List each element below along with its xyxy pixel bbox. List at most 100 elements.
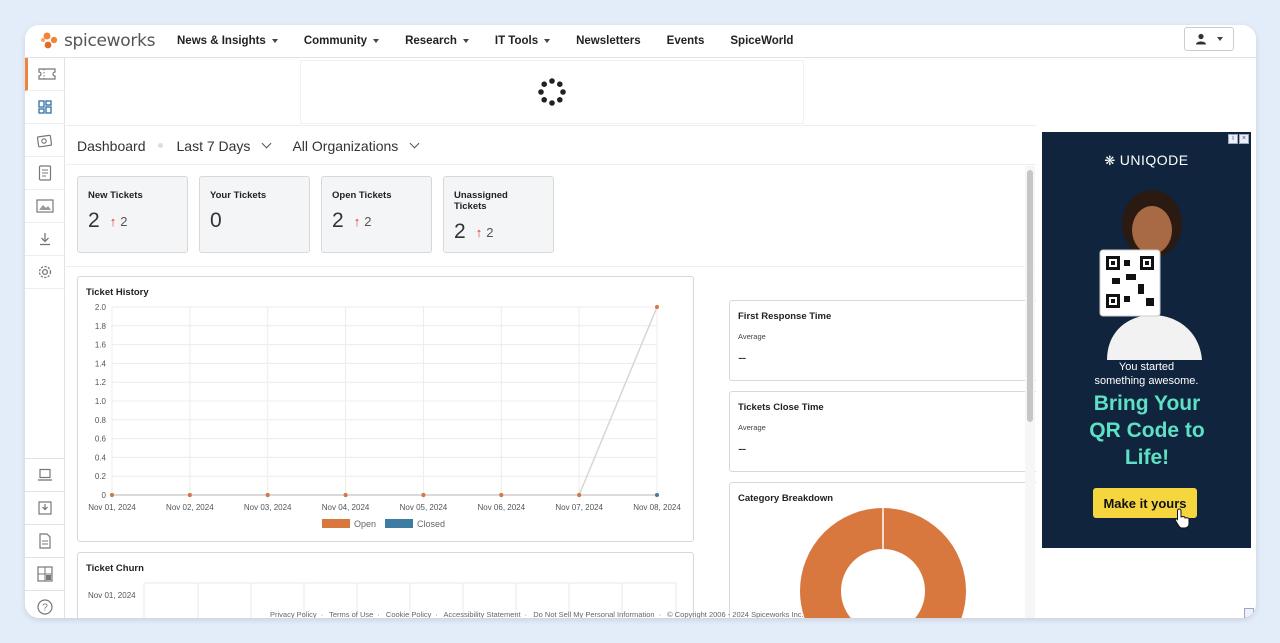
footer-copyright: © Copyright 2006 - 2024 Spiceworks Inc. — [667, 610, 804, 618]
nav-label: IT Tools — [494, 35, 539, 47]
x-tick-label: Nov 02, 2024 — [166, 503, 214, 512]
arrow-up-icon: ↑ — [109, 213, 117, 229]
ad-brand-logo-icon: ❋ — [1104, 153, 1116, 168]
widgets-icon — [37, 566, 53, 582]
reports-icon — [38, 165, 52, 181]
sidebar-bottom-group: ? — [25, 458, 65, 618]
nav-label: News & Insights — [177, 35, 266, 47]
sidebar-item-widgets[interactable] — [25, 557, 65, 590]
settings-icon — [38, 265, 52, 279]
y-tick-label: 1.0 — [95, 397, 107, 406]
nav-research[interactable]: Research — [405, 35, 469, 47]
dashboard-header: Dashboard Last 7 Days All Organizations — [66, 127, 1036, 165]
y-tick-label: 1.8 — [95, 322, 107, 331]
sidebar-item-reports[interactable] — [25, 157, 65, 190]
ad-headline-line: Bring Your — [1093, 392, 1201, 415]
y-tick-label: 0.8 — [95, 416, 107, 425]
nav-it-tools[interactable]: IT Tools — [494, 35, 551, 47]
ad-tagline-line: something awesome. — [1094, 375, 1199, 387]
document-icon — [39, 533, 51, 549]
advertisement[interactable]: i × ❋ UNIQODE You started something aweso… — [1042, 132, 1251, 548]
footer-link-privacy[interactable]: Privacy Policy — [270, 610, 317, 618]
stat-card-unassigned-tickets[interactable]: Unassigned Tickets 2 ↑ 2 — [443, 176, 554, 253]
legend-label-open: Open — [354, 519, 376, 529]
sidebar-item-downloads[interactable] — [25, 223, 65, 256]
panel-title: Tickets Close Time — [738, 402, 824, 413]
caret-down-icon — [462, 39, 469, 43]
page-footer: Privacy Policy · Terms of Use · Cookie Pol… — [270, 610, 808, 618]
data-point-closed — [655, 493, 659, 497]
footer-separator: · — [320, 610, 324, 618]
ad-tagline-line: You started — [1118, 361, 1175, 373]
content-scrollbar[interactable] — [1025, 166, 1035, 618]
legend-swatch-closed — [385, 519, 413, 528]
sidebar-item-devices[interactable] — [25, 458, 65, 491]
sidebar-item-images[interactable] — [25, 190, 65, 223]
footer-link-cookies[interactable]: Cookie Policy — [386, 610, 431, 618]
panel-value: -- — [738, 349, 746, 365]
period-select-value: Last 7 Days — [176, 137, 251, 154]
stat-card-new-tickets[interactable]: New Tickets 2 ↑ 2 — [77, 176, 188, 253]
laptop-icon — [38, 468, 52, 481]
panel-subtitle: Average — [738, 423, 766, 432]
sidebar-item-tickets[interactable] — [25, 58, 65, 91]
separator-dot — [157, 143, 163, 148]
period-select[interactable]: Last 7 Days — [176, 137, 272, 154]
sidebar-item-inventory[interactable] — [25, 124, 65, 157]
churn-row-label: Nov 01, 2024 — [88, 591, 136, 600]
spiceworks-logo[interactable]: spiceworks — [39, 30, 177, 52]
panel-subtitle: Average — [738, 332, 766, 341]
sidebar-item-dashboard[interactable] — [25, 91, 65, 124]
nav-community[interactable]: Community — [303, 35, 380, 47]
ad-choices-icon[interactable] — [1244, 608, 1254, 618]
organization-select-value: All Organizations — [292, 137, 399, 154]
sidebar-item-help[interactable]: ? — [25, 590, 65, 618]
ad-info-icon[interactable]: i — [1228, 134, 1238, 144]
nav-label: Community — [303, 35, 368, 47]
top-navigation: spiceworks News & Insights Community Res… — [25, 25, 1256, 58]
stat-card-your-tickets[interactable]: Your Tickets 0 — [199, 176, 310, 253]
user-menu-button[interactable] — [1184, 27, 1234, 51]
footer-separator: · — [377, 610, 380, 618]
ad-brand: ❋ UNIQODE — [1042, 152, 1251, 169]
ad-headline-line: Life! — [1124, 446, 1170, 469]
scrollbar-thumb[interactable] — [1027, 170, 1033, 422]
organization-select[interactable]: All Organizations — [292, 137, 420, 154]
ad-close-icon[interactable]: × — [1239, 134, 1249, 144]
footer-link-terms[interactable]: Terms of Use — [329, 610, 373, 618]
user-icon — [1196, 33, 1206, 45]
page-title: Dashboard — [77, 137, 146, 154]
ticket-history-chart: 0 0.2 0.4 0.6 0.8 1.0 1.2 1.4 1.6 1.8 2.0 Nov 01, 2… — [88, 303, 681, 529]
arrow-up-icon: ↑ — [475, 224, 483, 240]
nav-label: Newsletters — [576, 35, 641, 47]
dashboard-icon — [38, 100, 52, 114]
nav-spiceworld[interactable]: SpiceWorld — [730, 35, 793, 47]
stat-cards: New Tickets 2 ↑ 2 Your Tickets 0 Open Tic… — [77, 176, 554, 253]
nav-news-insights[interactable]: News & Insights — [177, 35, 278, 47]
nav-newsletters[interactable]: Newsletters — [576, 35, 641, 47]
panel-title: First Response Time — [738, 311, 832, 322]
caret-down-icon — [271, 39, 278, 43]
nav-label: Research — [405, 35, 457, 47]
sidebar-item-docs[interactable] — [25, 524, 65, 557]
stat-delta-value: 2 — [364, 213, 372, 229]
footer-link-do-not-sell[interactable]: Do Not Sell My Personal Information — [533, 610, 654, 618]
footer-link-accessibility[interactable]: Accessibility Statement — [444, 610, 521, 618]
stat-label: Unassigned Tickets — [454, 190, 508, 212]
data-point-open — [265, 493, 270, 497]
category-breakdown-panel: Category Breakdown — [729, 482, 1036, 618]
nav-links: News & Insights Community Research IT To… — [177, 35, 819, 47]
nav-events[interactable]: Events — [667, 35, 705, 47]
ad-tagline: You started something awesome. — [1042, 360, 1251, 388]
sidebar-item-import[interactable] — [25, 491, 65, 524]
top-banner — [66, 58, 1036, 126]
sidebar-item-settings[interactable] — [25, 256, 65, 289]
panel-value: -- — [738, 440, 746, 456]
divider — [66, 266, 1036, 267]
stat-value: 2 — [88, 209, 100, 232]
y-tick-label: 0.2 — [95, 472, 107, 481]
stat-card-open-tickets[interactable]: Open Tickets 2 ↑ 2 — [321, 176, 432, 253]
left-sidebar: ? — [25, 58, 65, 618]
stat-delta: ↑ 2 — [110, 214, 128, 229]
y-tick-label: 1.2 — [95, 378, 107, 387]
